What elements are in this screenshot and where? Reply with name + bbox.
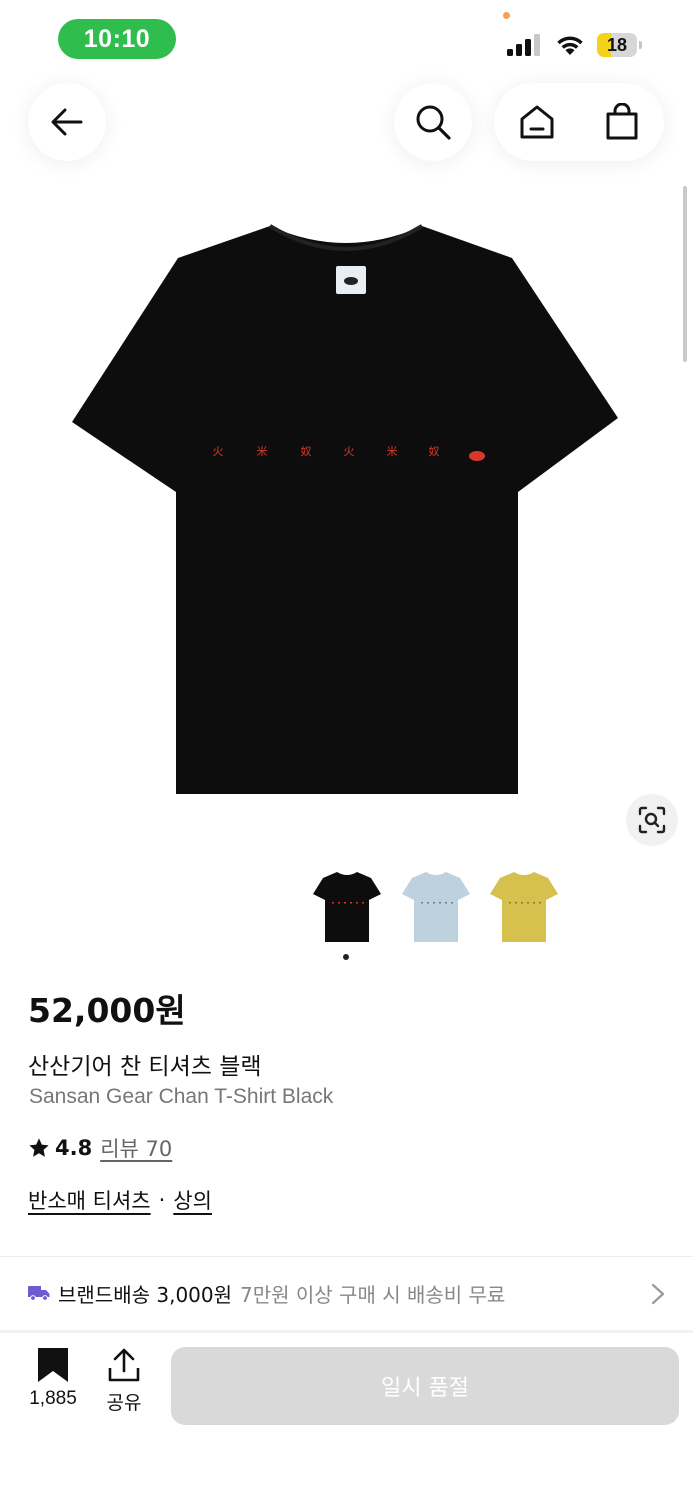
cellular-signal-icon: [507, 34, 540, 56]
cart-button[interactable]: [579, 83, 664, 161]
share-icon: [108, 1348, 140, 1382]
status-time: 10:10: [58, 19, 176, 59]
product-price: 52,000원: [28, 991, 186, 1030]
category-breadcrumb: 반소매 티셔츠 · 상의: [28, 1185, 212, 1215]
chevron-right-icon[interactable]: [649, 1282, 667, 1306]
battery-indicator: 18: [597, 33, 643, 57]
search-button[interactable]: [394, 83, 472, 161]
shirt-print-glyph: 奴: [429, 444, 440, 458]
category-separator: ·: [158, 1188, 166, 1212]
rating-value: 4.8: [55, 1136, 93, 1160]
share-button[interactable]: 공유: [100, 1348, 148, 1418]
bookmark-count: 1,885: [29, 1388, 77, 1409]
color-option-light-blue[interactable]: [398, 866, 474, 946]
shirt-print-glyph: 火: [213, 445, 224, 458]
category-link-short-sleeve[interactable]: 반소매 티셔츠: [28, 1185, 151, 1215]
carousel-indicator: [343, 954, 349, 960]
free-shipping-condition: 7만원 이상 구매 시 배송비 무료: [240, 1282, 506, 1307]
bookmark-icon: [38, 1348, 68, 1382]
bookmark-button[interactable]: 1,885: [22, 1348, 84, 1418]
battery-level: 18: [606, 35, 628, 55]
category-link-tops[interactable]: 상의: [173, 1185, 212, 1215]
product-image: 火米奴火米奴: [72, 224, 618, 794]
shipping-info-row[interactable]: 브랜드배송 3,000원 7만원 이상 구매 시 배송비 무료: [28, 1276, 668, 1310]
product-name-english: Sansan Gear Chan T-Shirt Black: [29, 1085, 334, 1108]
image-search-icon: [638, 806, 666, 834]
truck-icon: [28, 1286, 50, 1301]
search-icon: [416, 105, 451, 140]
review-link[interactable]: 리뷰 70: [100, 1133, 172, 1163]
shipping-fee: 브랜드배송 3,000원: [58, 1282, 233, 1307]
rating-row: 4.8 리뷰 70: [28, 1133, 172, 1163]
star-icon: [29, 1138, 49, 1157]
bottom-bar-divider: [0, 1330, 693, 1333]
nav-pill: [494, 83, 664, 161]
color-option-yellow[interactable]: [486, 866, 562, 946]
privacy-indicator: [503, 12, 510, 19]
wifi-icon: [557, 36, 583, 55]
share-label: 공유: [106, 1392, 142, 1414]
home-button[interactable]: [494, 83, 579, 161]
shirt-print-glyph: 米: [387, 445, 398, 458]
sold-out-button[interactable]: 일시 품절: [171, 1347, 679, 1425]
section-divider: [0, 1256, 693, 1257]
shirt-print-glyph: 火: [344, 445, 355, 458]
shopping-bag-icon: [606, 103, 637, 140]
back-button[interactable]: [28, 83, 106, 161]
color-option-black[interactable]: [309, 866, 385, 946]
shirt-print-glyph: 米: [257, 445, 268, 458]
arrow-left-icon: [51, 108, 83, 136]
visual-search-button[interactable]: [626, 794, 678, 846]
shirt-print-glyph: 奴: [301, 444, 312, 458]
product-name-korean: 산산기어 찬 티셔츠 블랙: [28, 1054, 262, 1080]
home-icon: [520, 105, 553, 139]
